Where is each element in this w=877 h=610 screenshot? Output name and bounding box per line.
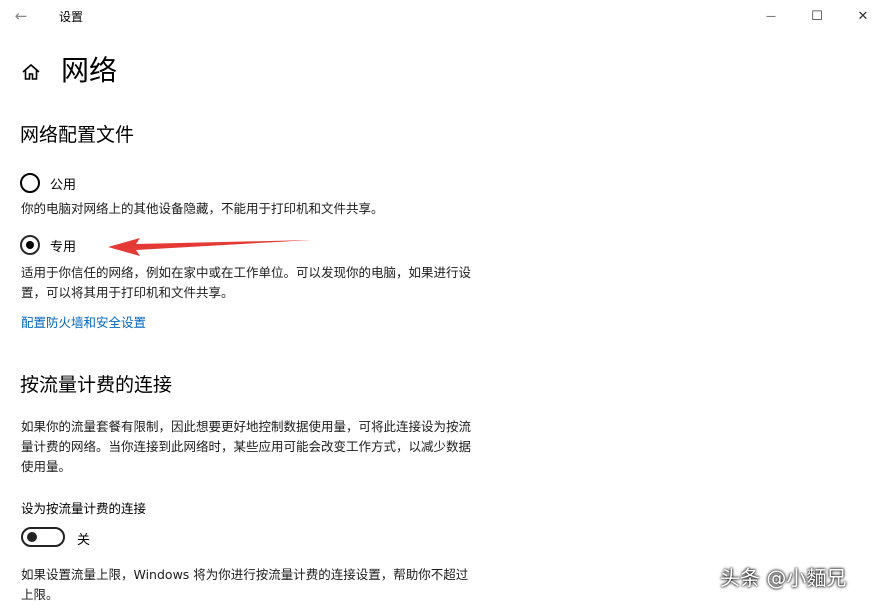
title-bar: ← 设置 — ☐ ✕: [0, 0, 877, 32]
network-profile-heading: 网络配置文件: [20, 124, 135, 146]
metered-description: 如果你的流量套餐有限制，因此想要更好地控制数据使用量，可将此连接设为按流量计费的…: [21, 419, 472, 474]
maximize-icon: ☐: [811, 8, 823, 24]
private-description: 适用于你信任的网络，例如在家中或在工作单位。可以发现你的电脑，如果进行设置，可以…: [21, 265, 472, 300]
close-icon: ✕: [857, 8, 869, 24]
public-radio-label: 公用: [50, 177, 77, 193]
back-button[interactable]: ←: [8, 4, 34, 28]
public-radio-button[interactable]: [20, 173, 40, 193]
window-title: 设置: [59, 10, 84, 24]
red-arrow-annotation: [108, 238, 312, 256]
private-radio-option[interactable]: 专用: [20, 235, 76, 255]
metered-toggle-state: 关: [77, 533, 91, 548]
public-radio-option[interactable]: 公用: [20, 173, 76, 193]
minimize-icon: —: [766, 10, 776, 22]
page-title: 网络: [61, 54, 118, 87]
data-limit-description: 如果设置流量上限，Windows 将为你进行按流量计费的连接设置，帮助你不超过上…: [21, 567, 469, 602]
watermark: 头条 @小麵兄: [720, 562, 846, 591]
home-icon[interactable]: [21, 62, 41, 82]
maximize-button[interactable]: ☐: [807, 6, 827, 26]
watermark-text: 头条 @小麵兄: [720, 566, 847, 590]
metered-toggle-label: 设为按流量计费的连接: [21, 501, 147, 516]
metered-toggle-switch[interactable]: [21, 527, 65, 547]
private-radio-label: 专用: [50, 239, 77, 255]
close-button[interactable]: ✕: [853, 6, 873, 26]
firewall-settings-link[interactable]: 配置防火墙和安全设置: [21, 312, 146, 331]
back-arrow-icon: ←: [14, 7, 28, 25]
metered-connection-heading: 按流量计费的连接: [20, 374, 173, 396]
private-radio-button[interactable]: [20, 235, 40, 255]
public-description: 你的电脑对网络上的其他设备隐藏，不能用于打印机和文件共享。: [21, 201, 384, 216]
minimize-button[interactable]: —: [761, 6, 781, 26]
